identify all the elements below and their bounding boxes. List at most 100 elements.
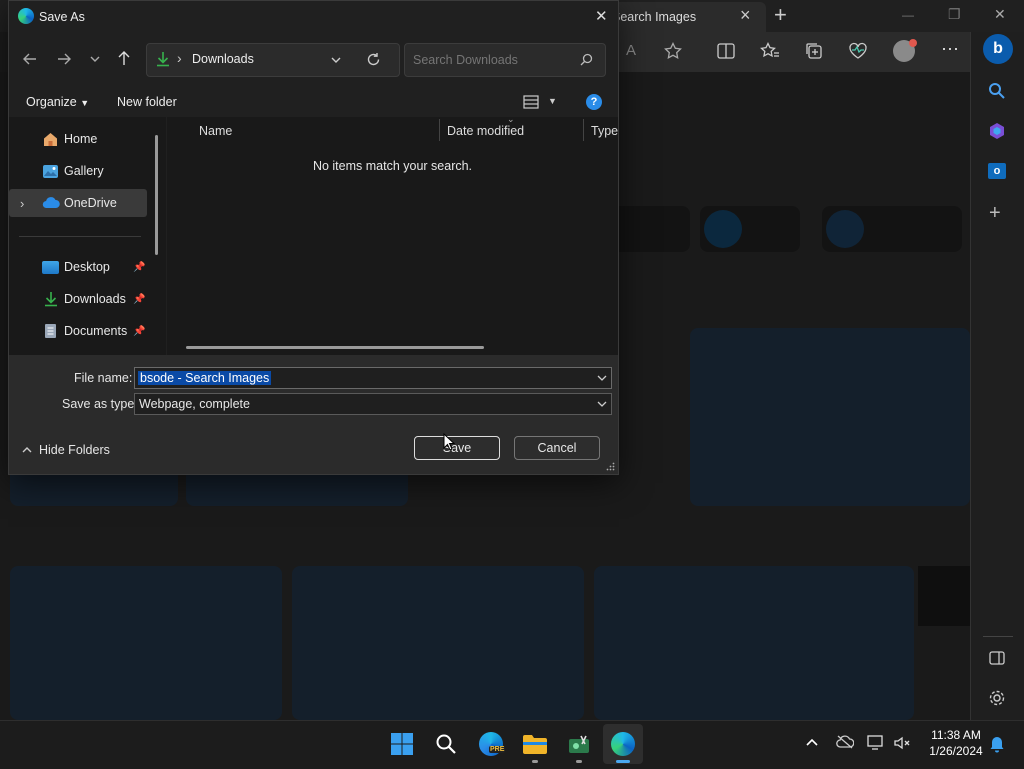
pin-icon[interactable]: 📌: [133, 262, 145, 273]
sidebar-settings-icon[interactable]: [988, 689, 1006, 707]
column-header-name[interactable]: Name: [199, 124, 232, 138]
taskbar-snipping-tool[interactable]: [559, 724, 599, 764]
save-as-type-label: Save as type:: [62, 397, 138, 411]
forward-arrow-icon[interactable]: [56, 51, 72, 67]
dialog-title-bar[interactable]: Save As ✕: [9, 1, 618, 33]
browser-toolbar: A ⋯: [600, 32, 980, 72]
notifications-bell-icon[interactable]: [989, 735, 1005, 758]
empty-state-message: No items match your search.: [312, 159, 473, 173]
hide-sidebar-icon[interactable]: [989, 650, 1005, 666]
volume-muted-tray-icon[interactable]: [893, 735, 911, 756]
edge-icon: [611, 732, 635, 756]
resize-grip-icon[interactable]: [606, 462, 615, 471]
new-folder-button[interactable]: New folder: [117, 95, 177, 109]
nav-item-downloads[interactable]: Downloads 📌: [9, 285, 149, 313]
column-divider[interactable]: [439, 119, 440, 141]
organize-chevron-icon: ▼: [80, 98, 90, 108]
edge-preview-badge: PRE: [489, 746, 506, 753]
tray-overflow-chevron-icon[interactable]: [805, 734, 819, 752]
restore-button[interactable]: ❐: [948, 6, 961, 23]
search-icon[interactable]: [580, 53, 593, 66]
search-icon[interactable]: [988, 82, 1006, 100]
column-header-row: Name ⌄ Date modified Type: [167, 114, 618, 143]
refresh-icon[interactable]: [366, 52, 381, 67]
nav-label-onedrive: OneDrive: [64, 196, 117, 210]
search-box[interactable]: [404, 43, 606, 77]
expand-chevron-icon[interactable]: ›: [20, 196, 24, 211]
microsoft365-icon[interactable]: [988, 122, 1006, 140]
onedrive-tray-icon[interactable]: [836, 735, 855, 754]
nav-pane-scrollbar[interactable]: [155, 135, 158, 255]
hide-folders-toggle[interactable]: Hide Folders: [21, 443, 110, 457]
view-options-icon[interactable]: [523, 95, 539, 109]
horizontal-scrollbar[interactable]: [186, 346, 484, 349]
hide-folders-label: Hide Folders: [39, 443, 110, 457]
help-icon[interactable]: ?: [586, 94, 602, 110]
address-bar[interactable]: › Downloads: [146, 43, 400, 77]
save-as-type-select[interactable]: Webpage, complete: [134, 393, 612, 415]
nav-item-gallery[interactable]: Gallery: [9, 157, 149, 185]
gallery-icon: [43, 164, 58, 178]
add-sidebar-app-icon[interactable]: +: [989, 202, 1001, 225]
save-button[interactable]: Save: [414, 436, 500, 460]
onedrive-cloud-icon: [42, 197, 60, 209]
read-aloud-icon[interactable]: A: [626, 42, 636, 59]
column-header-type[interactable]: Type: [591, 124, 618, 138]
nav-item-onedrive[interactable]: › OneDrive: [9, 189, 147, 217]
back-arrow-icon[interactable]: [22, 51, 38, 67]
clock[interactable]: 11:38 AM 1/26/2024: [918, 727, 994, 759]
nav-item-home[interactable]: Home: [9, 125, 149, 153]
browser-tab[interactable]: Search Images ×: [600, 2, 766, 32]
nav-label-downloads: Downloads: [64, 292, 126, 306]
taskbar-edge-active[interactable]: [603, 724, 643, 764]
taskbar-edge-preview[interactable]: PRE: [471, 724, 511, 764]
nav-item-desktop[interactable]: Desktop 📌: [9, 253, 149, 281]
favorites-icon[interactable]: [760, 42, 780, 60]
minimize-button[interactable]: —: [902, 8, 914, 22]
file-name-field[interactable]: bsode - Search Images: [134, 367, 612, 389]
navigation-pane: Home Gallery › OneDrive Desktop 📌 Downlo…: [9, 117, 166, 355]
column-header-date-modified[interactable]: Date modified: [447, 124, 524, 138]
start-button[interactable]: [382, 724, 422, 764]
file-name-value[interactable]: bsode - Search Images: [138, 371, 272, 385]
documents-icon: [45, 324, 56, 338]
file-list-pane: Name ⌄ Date modified Type No items match…: [167, 114, 618, 355]
save-as-type-value: Webpage, complete: [139, 397, 250, 411]
new-tab-button[interactable]: +: [774, 2, 787, 28]
split-screen-icon[interactable]: [717, 43, 735, 59]
recent-locations-chevron-icon[interactable]: [89, 54, 101, 64]
active-indicator: [616, 760, 630, 763]
outlook-icon[interactable]: o: [988, 163, 1006, 179]
pin-icon[interactable]: 📌: [133, 294, 145, 305]
address-location[interactable]: Downloads: [192, 52, 254, 66]
file-name-label: File name:: [74, 371, 133, 385]
network-tray-icon[interactable]: [867, 734, 885, 755]
profile-avatar[interactable]: [893, 39, 917, 62]
taskbar-search-button[interactable]: [426, 724, 466, 764]
health-heart-icon[interactable]: [848, 42, 868, 60]
window-close-button[interactable]: ✕: [994, 6, 1006, 23]
cancel-button[interactable]: Cancel: [514, 436, 600, 460]
downloads-icon: [45, 292, 57, 307]
tab-close-icon[interactable]: ×: [740, 5, 751, 26]
snipping-tool-icon: [569, 735, 589, 753]
running-indicator: [532, 760, 538, 763]
collections-icon[interactable]: [805, 42, 823, 60]
column-divider[interactable]: [583, 119, 584, 141]
organize-button[interactable]: Organize ▼: [26, 95, 89, 109]
copilot-icon[interactable]: b: [983, 34, 1013, 64]
taskbar-file-explorer[interactable]: [515, 724, 555, 764]
address-dropdown-chevron-icon[interactable]: [330, 55, 342, 65]
up-arrow-icon[interactable]: [116, 50, 132, 66]
nav-label-home: Home: [64, 132, 98, 146]
dialog-close-icon[interactable]: ✕: [595, 7, 608, 25]
favorite-star-icon[interactable]: [664, 42, 682, 60]
clock-time: 11:38 AM: [931, 728, 981, 742]
nav-item-documents[interactable]: Documents 📌: [9, 317, 149, 345]
search-input[interactable]: [411, 50, 575, 70]
more-menu-icon[interactable]: ⋯: [941, 39, 959, 60]
view-dropdown-chevron-icon[interactable]: ▼: [548, 96, 557, 106]
pin-icon[interactable]: 📌: [133, 326, 145, 337]
file-name-dropdown-icon[interactable]: [597, 374, 607, 382]
save-as-type-dropdown-icon[interactable]: [597, 400, 607, 408]
